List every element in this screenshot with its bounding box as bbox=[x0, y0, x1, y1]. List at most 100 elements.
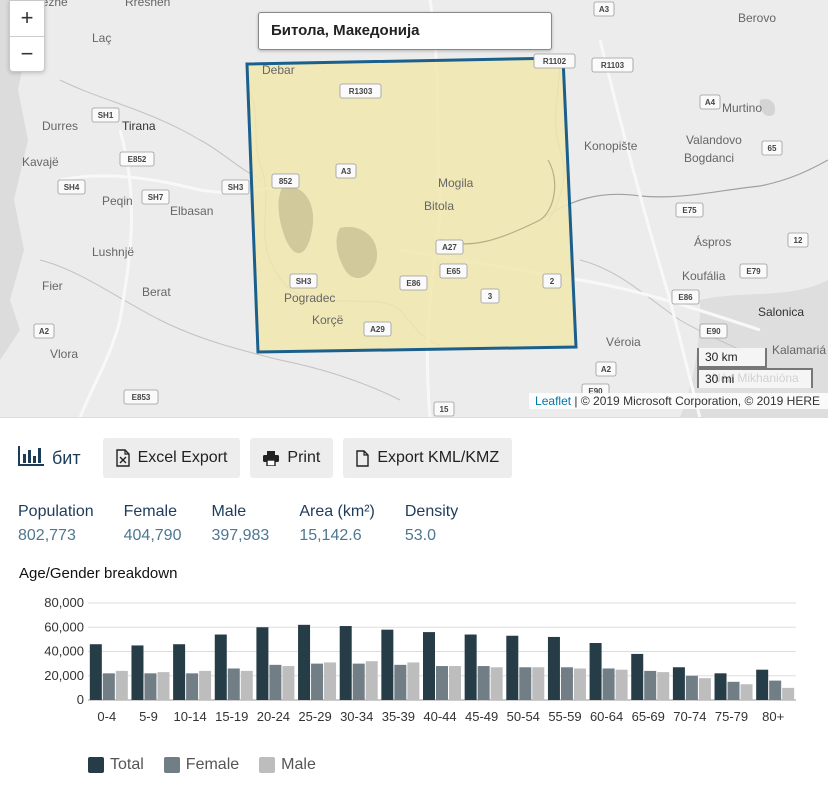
legend-item-male[interactable]: Male bbox=[259, 756, 316, 774]
bar-male-45-49[interactable] bbox=[490, 667, 503, 700]
road-shield-label: SH1 bbox=[98, 111, 114, 120]
bar-male-55-59[interactable] bbox=[573, 668, 586, 700]
bar-female-55-59[interactable] bbox=[560, 667, 573, 700]
bar-male-10-14[interactable] bbox=[199, 670, 212, 700]
location-search-input[interactable]: Битола, Македонија bbox=[258, 12, 552, 50]
map-place-label: Bogdanci bbox=[684, 151, 734, 165]
bar-total-25-29[interactable] bbox=[298, 624, 311, 700]
map-place-label: Konopište bbox=[584, 139, 638, 153]
legend-swatch bbox=[88, 757, 104, 773]
bar-male-65-69[interactable] bbox=[657, 672, 670, 700]
x-tick-label: 5-9 bbox=[139, 709, 158, 724]
bar-total-15-19[interactable] bbox=[214, 634, 227, 700]
zoom-out-button[interactable]: − bbox=[10, 36, 44, 71]
map[interactable]: Lezhë Rreshen Laç Durres Tirana Kavajë Peqin El… bbox=[0, 0, 828, 418]
print-icon bbox=[263, 450, 280, 466]
bar-female-15-19[interactable] bbox=[227, 668, 240, 700]
bar-female-45-49[interactable] bbox=[477, 666, 490, 700]
bar-total-65-69[interactable] bbox=[631, 653, 644, 700]
road-shield-label: 15 bbox=[440, 405, 449, 414]
x-tick-label: 80+ bbox=[762, 709, 784, 724]
road-shield-label: 852 bbox=[279, 177, 293, 186]
bar-female-30-34[interactable] bbox=[352, 663, 365, 700]
bar-male-50-54[interactable] bbox=[532, 667, 545, 700]
legend-item-total[interactable]: Total bbox=[88, 756, 144, 774]
stat-value: 53.0 bbox=[404, 527, 437, 544]
stat-value: 404,790 bbox=[123, 527, 182, 544]
bar-total-45-49[interactable] bbox=[464, 634, 477, 700]
bar-total-40-44[interactable] bbox=[423, 632, 435, 700]
bar-male-75-79[interactable] bbox=[740, 684, 753, 700]
map-place-label: Lushnjë bbox=[92, 245, 134, 259]
bar-total-80+[interactable] bbox=[756, 669, 769, 700]
bar-male-30-34[interactable] bbox=[365, 661, 378, 700]
bar-total-50-54[interactable] bbox=[506, 635, 519, 700]
bar-male-70-74[interactable] bbox=[698, 678, 711, 700]
bar-female-65-69[interactable] bbox=[644, 670, 657, 700]
bar-female-70-74[interactable] bbox=[685, 675, 698, 700]
bar-total-20-24[interactable] bbox=[256, 627, 269, 700]
road-shield-label: E852 bbox=[128, 155, 147, 164]
print-button[interactable]: Print bbox=[250, 438, 334, 478]
excel-export-label: Excel Export bbox=[137, 449, 228, 466]
bar-female-25-29[interactable] bbox=[311, 663, 324, 700]
road bbox=[598, 39, 702, 417]
excel-export-button[interactable]: Excel Export bbox=[102, 438, 241, 478]
legend-label: Total bbox=[110, 756, 144, 773]
bar-male-80+[interactable] bbox=[782, 687, 795, 700]
bar-female-80+[interactable] bbox=[769, 680, 782, 700]
bar-male-25-29[interactable] bbox=[324, 662, 337, 700]
road-shield-label: E65 bbox=[446, 267, 461, 276]
map-place-label: Vlora bbox=[50, 347, 78, 361]
stat-value: 397,983 bbox=[211, 527, 270, 544]
lake-doiran bbox=[759, 98, 776, 117]
bar-total-75-79[interactable] bbox=[714, 673, 727, 700]
legend-item-female[interactable]: Female bbox=[163, 756, 239, 774]
bar-total-0-4[interactable] bbox=[89, 644, 102, 700]
bar-female-5-9[interactable] bbox=[144, 673, 157, 700]
bar-total-70-74[interactable] bbox=[672, 667, 685, 700]
bar-male-15-19[interactable] bbox=[240, 670, 253, 700]
export-kml-button[interactable]: Export KML/KMZ bbox=[343, 438, 513, 478]
attribution-text: | © 2019 Microsoft Corporation, © 2019 H… bbox=[571, 394, 820, 408]
bar-male-0-4[interactable] bbox=[115, 670, 128, 700]
bar-female-50-54[interactable] bbox=[519, 667, 532, 700]
x-tick-label: 50-54 bbox=[507, 709, 540, 724]
bar-total-35-39[interactable] bbox=[381, 629, 394, 700]
bar-female-40-44[interactable] bbox=[436, 666, 448, 700]
bar-total-30-34[interactable] bbox=[339, 626, 352, 700]
bar-male-20-24[interactable] bbox=[282, 666, 295, 700]
road-shield-label: E79 bbox=[746, 267, 761, 276]
bar-male-40-44[interactable] bbox=[449, 666, 461, 700]
chart-legend: Total Female Male bbox=[88, 756, 336, 774]
map-place-label: Salonica bbox=[758, 305, 804, 319]
stat-label: Male bbox=[211, 503, 247, 520]
chart-title: Age/Gender breakdown bbox=[19, 565, 178, 582]
map-place-label: Berovo bbox=[738, 11, 776, 25]
age-gender-chart: 0 20,000 40,000 60,000 80,000 0-4 5-9 10-14 15-1… bbox=[44, 595, 796, 724]
zoom-in-button[interactable]: + bbox=[10, 1, 44, 36]
road-shield-label: A2 bbox=[39, 327, 50, 336]
leaflet-link[interactable]: Leaflet bbox=[535, 394, 571, 408]
road-shield-label: E86 bbox=[406, 279, 421, 288]
stat-label: Density bbox=[404, 503, 459, 520]
bar-total-60-64[interactable] bbox=[589, 643, 602, 700]
bar-female-60-64[interactable] bbox=[602, 668, 615, 700]
bar-male-60-64[interactable] bbox=[615, 669, 628, 700]
bar-female-10-14[interactable] bbox=[186, 673, 199, 700]
bar-female-35-39[interactable] bbox=[394, 664, 407, 700]
stat-female: Female 404,790 bbox=[124, 502, 182, 548]
road-shield-label: A29 bbox=[370, 325, 385, 334]
bar-female-75-79[interactable] bbox=[727, 681, 740, 700]
road-shield-label: SH3 bbox=[228, 183, 244, 192]
map-place-label: Valandovo bbox=[686, 133, 742, 147]
bar-total-10-14[interactable] bbox=[173, 644, 186, 700]
bar-female-0-4[interactable] bbox=[102, 673, 115, 700]
bar-male-5-9[interactable] bbox=[157, 672, 170, 700]
bar-total-5-9[interactable] bbox=[131, 645, 144, 700]
road-shield-label: E86 bbox=[678, 293, 693, 302]
bar-male-35-39[interactable] bbox=[407, 662, 420, 700]
bar-female-20-24[interactable] bbox=[269, 664, 282, 700]
x-tick-label: 55-59 bbox=[548, 709, 581, 724]
bar-total-55-59[interactable] bbox=[547, 636, 560, 700]
